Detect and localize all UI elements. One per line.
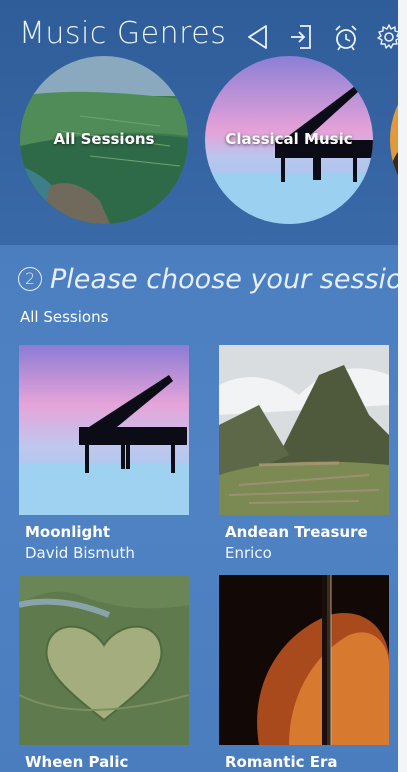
- step-number: 2: [18, 267, 42, 291]
- session-thumbnail[interactable]: [219, 575, 389, 745]
- login-icon[interactable]: [288, 22, 316, 52]
- right-edge: [398, 0, 407, 772]
- session-card-moonlight[interactable]: Moonlight David Bismuth: [19, 345, 189, 562]
- alarm-icon[interactable]: [332, 22, 360, 52]
- session-thumbnail[interactable]: [219, 345, 389, 515]
- session-name: Wheen Palic: [25, 753, 129, 771]
- session-name: Moonlight: [25, 523, 111, 541]
- session-card-wheen-palic[interactable]: Wheen Palic: [19, 575, 189, 772]
- session-heading: 2 Please choose your session: [18, 264, 407, 295]
- genre-header: Music Genres All Sessions Classical Musi…: [0, 0, 407, 245]
- session-artist: David Bismuth: [25, 544, 135, 562]
- genre-label: All Sessions: [53, 130, 155, 148]
- session-name: Andean Treasure: [225, 523, 368, 541]
- session-card-romantic-era[interactable]: Romantic Era: [219, 575, 389, 772]
- genre-label: Classical Music: [225, 130, 353, 148]
- page-title: Music Genres: [19, 16, 227, 51]
- genre-all-sessions[interactable]: All Sessions: [20, 56, 188, 224]
- back-icon[interactable]: [244, 22, 272, 52]
- session-name: Romantic Era: [225, 753, 338, 771]
- session-thumbnail[interactable]: [19, 345, 189, 515]
- genre-classical-music[interactable]: Classical Music: [205, 56, 373, 224]
- section-subtitle: All Sessions: [20, 308, 109, 326]
- session-thumbnail[interactable]: [19, 575, 189, 745]
- session-card-andean-treasure[interactable]: Andean Treasure Enrico: [219, 345, 389, 562]
- heading-text: Please choose your session: [50, 264, 407, 295]
- session-artist: Enrico: [225, 544, 272, 562]
- app-screen: Music Genres All Sessions Classical Musi…: [0, 0, 407, 772]
